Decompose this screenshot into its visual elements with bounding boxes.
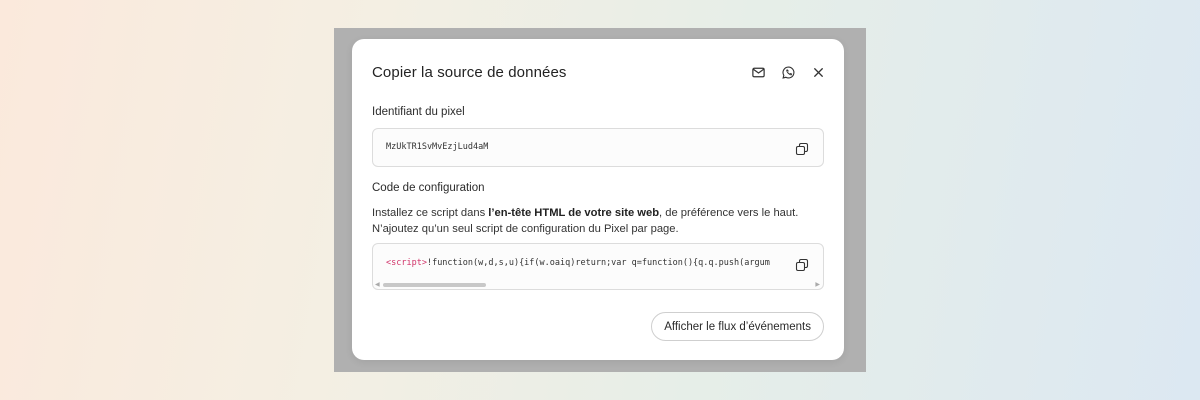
whatsapp-icon[interactable]	[780, 64, 796, 80]
config-code-snippet[interactable]: <script>!function(w,d,s,u){if(w.oaiq)ret…	[386, 258, 786, 268]
copy-data-source-dialog: Copier la source de données Identifiant …	[352, 39, 844, 360]
config-code-label: Code de configuration	[372, 182, 485, 194]
scroll-right-arrow-icon[interactable]: ▶	[815, 282, 820, 288]
description-text: Installez ce script dans	[372, 207, 489, 219]
horizontal-scrollbar[interactable]: ◀ ▶	[374, 282, 822, 288]
description-line-2: N’ajoutez qu’un seul script de configura…	[372, 223, 679, 235]
copy-icon[interactable]	[795, 258, 809, 272]
pixel-id-label: Identifiant du pixel	[372, 106, 465, 118]
description-bold-text: l’en-tête HTML de votre site web	[488, 207, 660, 219]
show-event-stream-button[interactable]: Afficher le flux d’événements	[651, 312, 824, 341]
dialog-title: Copier la source de données	[372, 63, 567, 81]
dialog-header: Copier la source de données	[372, 61, 824, 83]
scrollbar-thumb[interactable]	[383, 283, 486, 287]
pixel-id-value[interactable]: MzUkTR1SvMvEzjLud4aM	[386, 142, 488, 152]
config-description: Installez ce script dans l’en-tête HTML …	[372, 205, 824, 237]
close-icon[interactable]	[810, 64, 826, 80]
mail-icon[interactable]	[750, 64, 766, 80]
code-script-body: !function(w,d,s,u){if(w.oaiq)return;var …	[426, 258, 770, 268]
config-code-field[interactable]: <script>!function(w,d,s,u){if(w.oaiq)ret…	[372, 243, 824, 290]
copy-icon[interactable]	[795, 142, 809, 156]
pixel-id-field[interactable]: MzUkTR1SvMvEzjLud4aM	[372, 128, 824, 167]
description-text-end: , de préférence vers le haut.	[659, 207, 799, 219]
header-actions	[750, 64, 826, 80]
code-script-tag: <script>	[386, 258, 427, 268]
scroll-left-arrow-icon[interactable]: ◀	[375, 282, 380, 288]
